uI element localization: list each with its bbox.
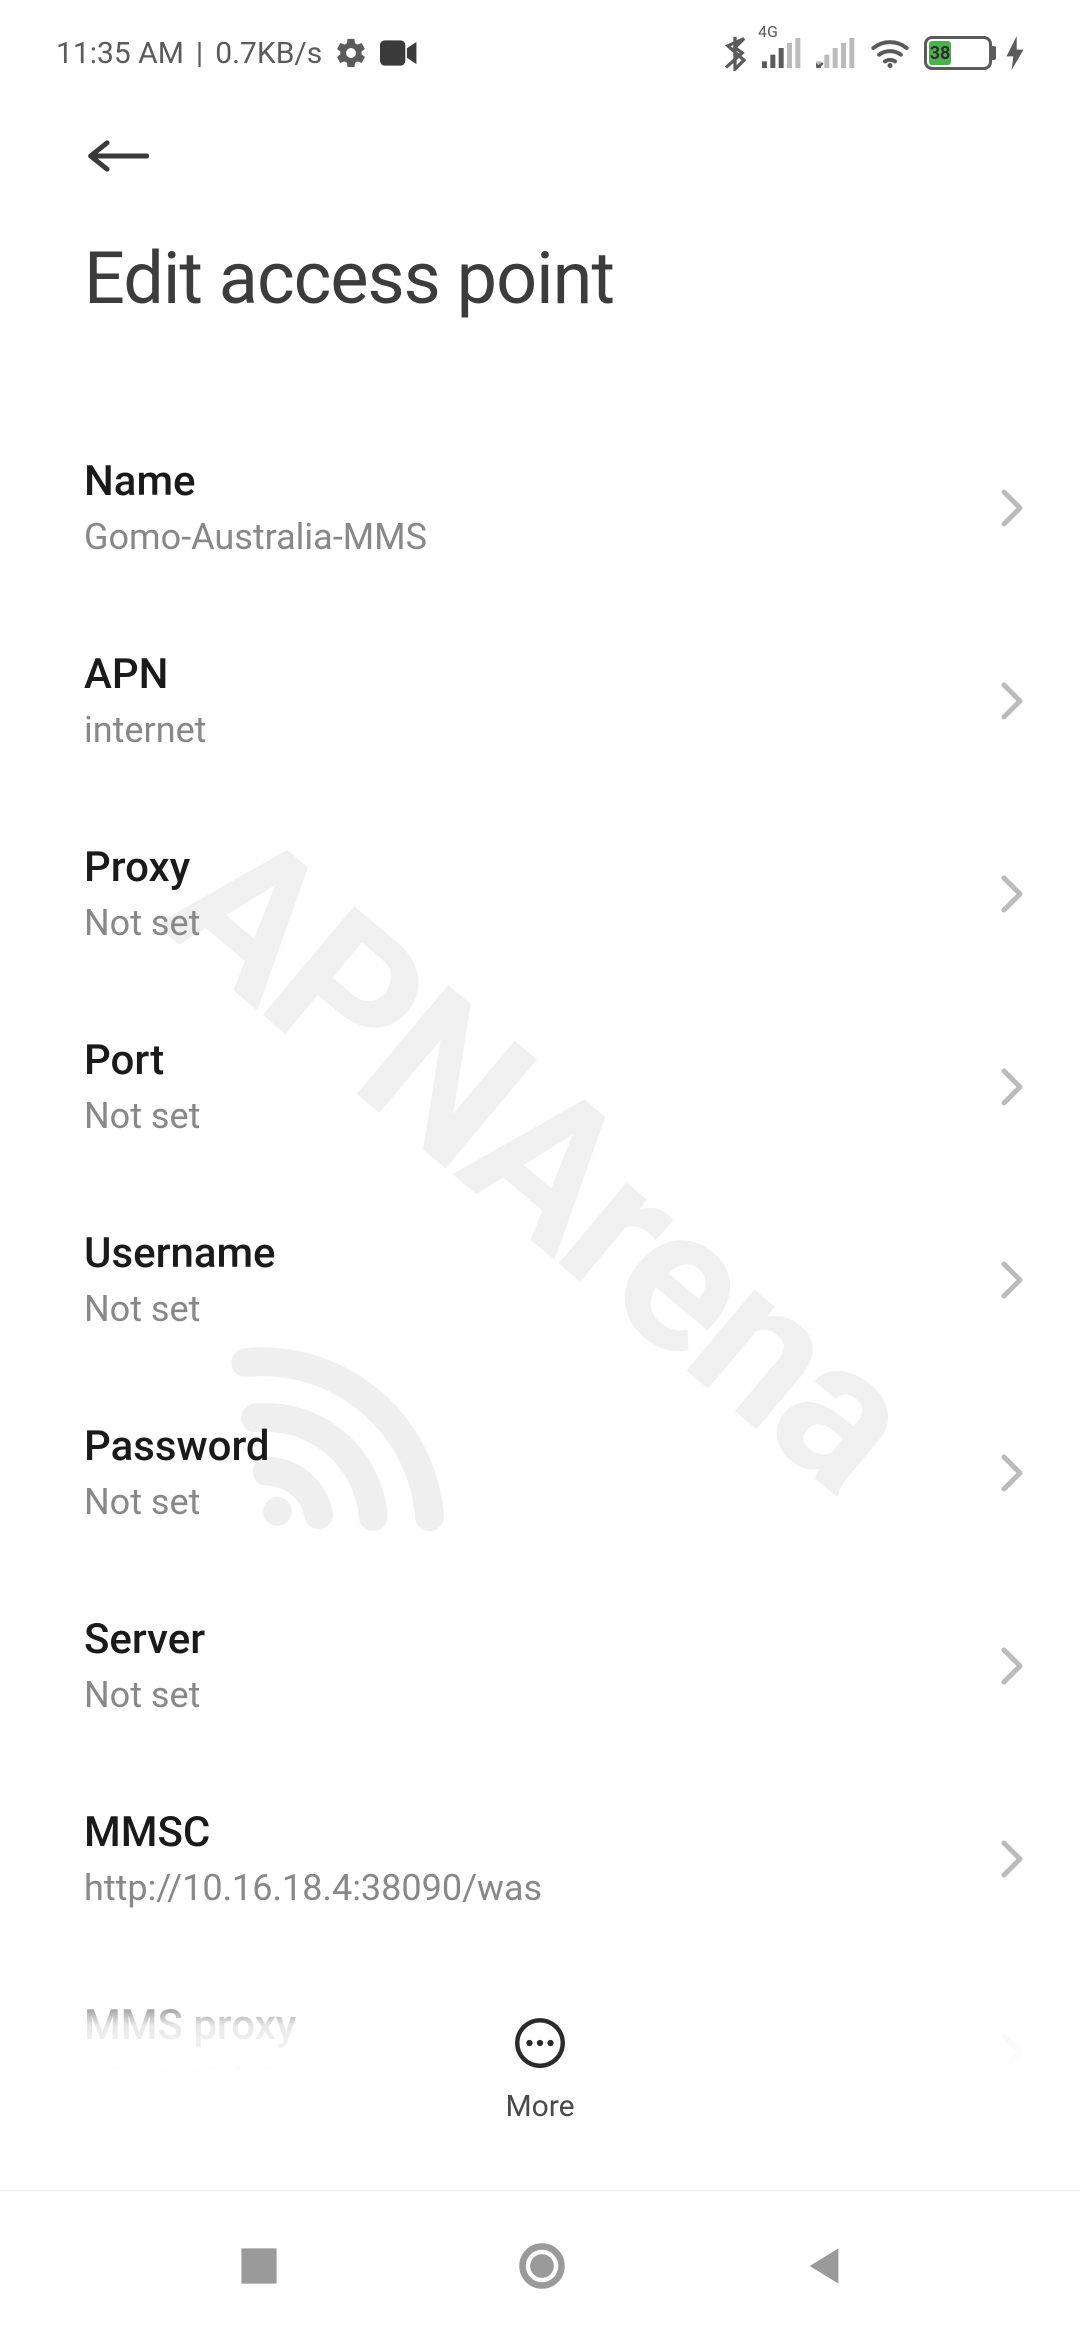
setting-value: Not set — [84, 1095, 980, 1137]
chevron-right-icon — [1000, 1839, 1024, 1879]
setting-item-password[interactable]: Password Not set — [84, 1376, 1024, 1569]
back-button[interactable] — [84, 136, 1024, 176]
settings-list: Name Gomo-Australia-MMS APN internet Pro… — [0, 331, 1080, 2148]
chevron-right-icon — [1000, 681, 1024, 721]
chevron-right-icon — [1000, 1067, 1024, 1107]
camera-icon — [380, 40, 418, 66]
setting-label: Server — [84, 1615, 980, 1664]
more-label: More — [505, 2089, 574, 2124]
gear-icon — [334, 36, 368, 70]
status-bar: 11:35 AM | 0.7KB/s 4G 38 — [0, 0, 1080, 96]
status-right: 4G 38 — [722, 35, 1024, 71]
setting-label: Port — [84, 1036, 980, 1085]
setting-item-mmsc[interactable]: MMSC http://10.16.18.4:38090/was — [84, 1762, 1024, 1955]
status-separator: | — [196, 36, 203, 71]
setting-value: Not set — [84, 1674, 980, 1716]
page-title: Edit access point — [84, 236, 1024, 321]
chevron-right-icon — [1000, 1453, 1024, 1493]
status-netspeed: 0.7KB/s — [215, 36, 322, 71]
nav-back-button[interactable] — [803, 2244, 843, 2288]
bluetooth-icon — [722, 35, 748, 71]
setting-item-apn[interactable]: APN internet — [84, 604, 1024, 797]
status-left: 11:35 AM | 0.7KB/s — [56, 36, 418, 71]
chevron-right-icon — [1000, 874, 1024, 914]
setting-label: Name — [84, 457, 980, 506]
setting-item-server[interactable]: Server Not set — [84, 1569, 1024, 1762]
setting-label: Proxy — [84, 843, 980, 892]
chevron-right-icon — [1000, 1260, 1024, 1300]
setting-value: Gomo-Australia-MMS — [84, 516, 980, 558]
status-time: 11:35 AM — [56, 36, 184, 71]
setting-item-name[interactable]: Name Gomo-Australia-MMS — [84, 411, 1024, 604]
setting-item-port[interactable]: Port Not set — [84, 990, 1024, 1183]
bottom-actions: More — [0, 1975, 1080, 2144]
setting-label: APN — [84, 650, 980, 699]
battery-icon: 38 — [924, 36, 992, 70]
wifi-icon — [870, 37, 910, 69]
setting-value: internet — [84, 709, 980, 751]
chevron-right-icon — [1000, 488, 1024, 528]
setting-value: Not set — [84, 1288, 980, 1330]
signal-4g-icon: 4G — [762, 38, 802, 68]
setting-item-proxy[interactable]: Proxy Not set — [84, 797, 1024, 990]
nav-home-button[interactable] — [516, 2240, 568, 2292]
signal-nosim-icon — [816, 38, 856, 68]
nav-bar — [0, 2190, 1080, 2340]
setting-value: Not set — [84, 902, 980, 944]
setting-item-username[interactable]: Username Not set — [84, 1183, 1024, 1376]
setting-value: http://10.16.18.4:38090/was — [84, 1867, 980, 1909]
setting-label: Username — [84, 1229, 980, 1278]
setting-label: MMSC — [84, 1808, 980, 1857]
setting-value: Not set — [84, 1481, 980, 1523]
setting-label: Password — [84, 1422, 980, 1471]
nav-recent-button[interactable] — [237, 2244, 281, 2288]
charging-icon — [1006, 36, 1024, 70]
header: Edit access point — [0, 96, 1080, 331]
more-button[interactable] — [512, 2015, 568, 2075]
chevron-right-icon — [1000, 1646, 1024, 1686]
